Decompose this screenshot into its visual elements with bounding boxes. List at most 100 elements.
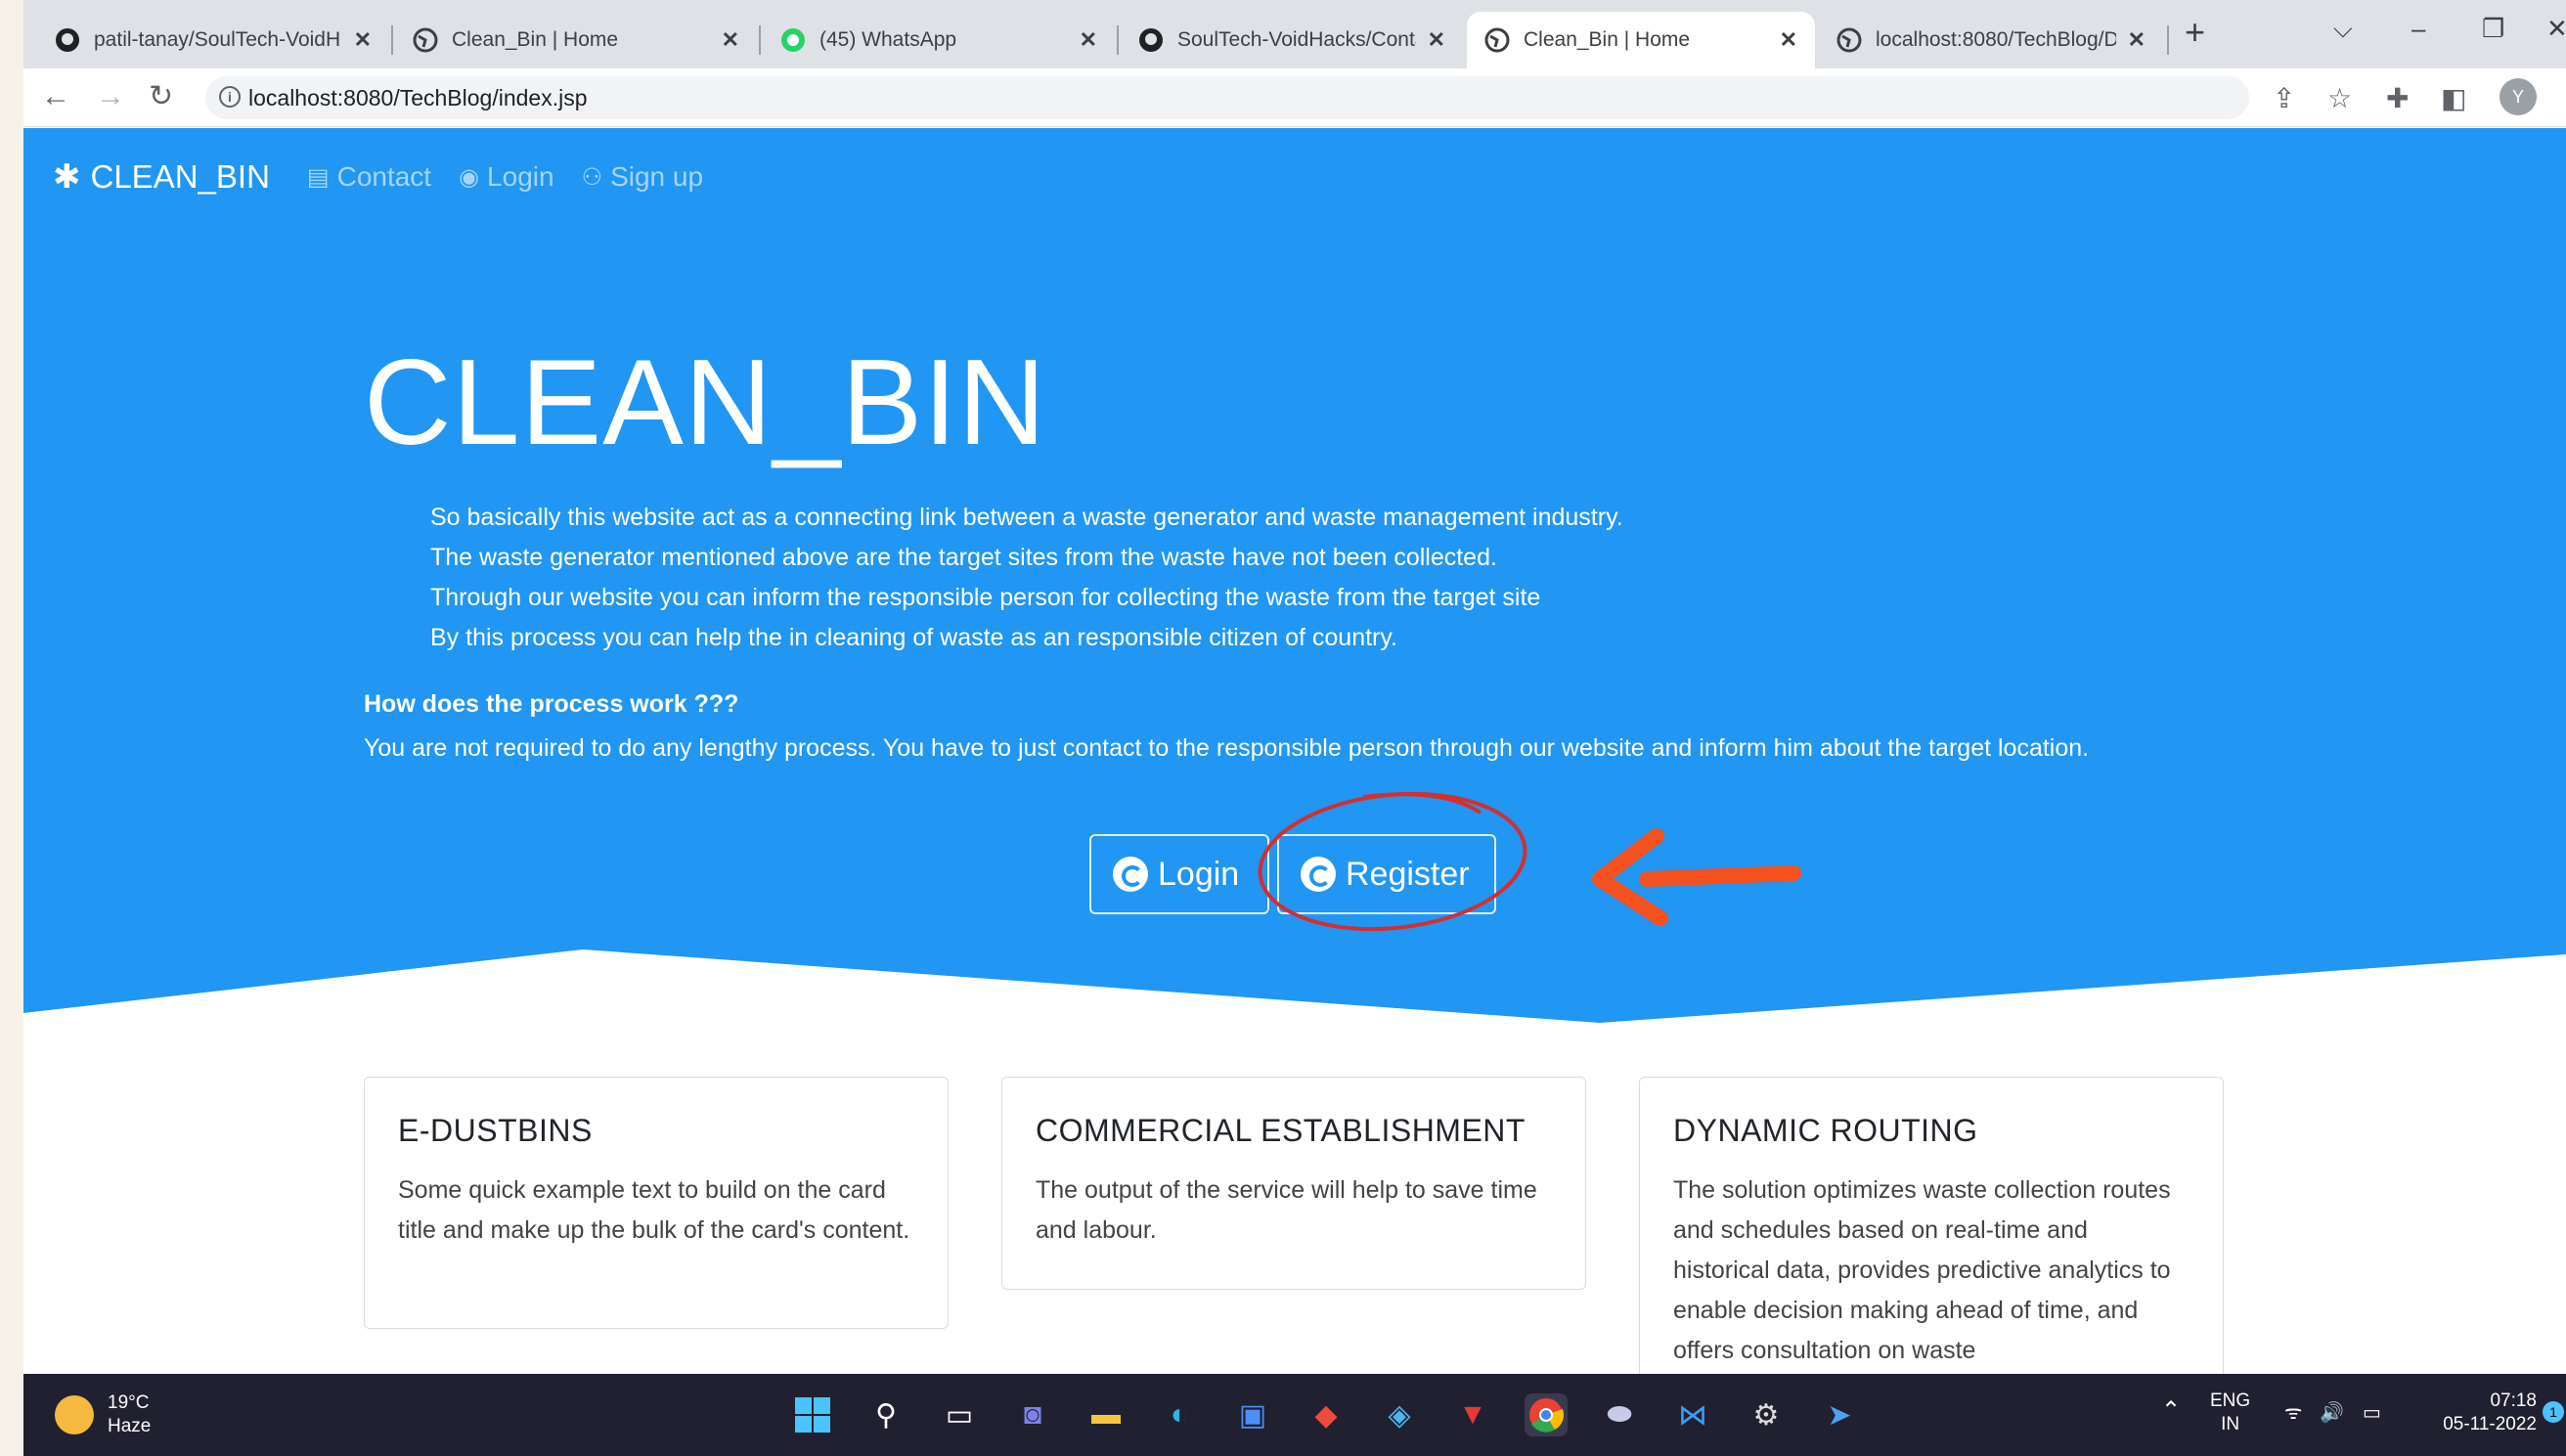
- side-panel-icon[interactable]: ◧: [2441, 82, 2466, 114]
- intro-line: Through our website you can inform the r…: [430, 584, 1541, 611]
- chevron-up-icon[interactable]: ⌃: [2161, 1399, 2181, 1423]
- login-button[interactable]: Login: [1089, 834, 1269, 914]
- nav-signup[interactable]: ⚇ Sign up: [582, 161, 703, 193]
- browser-tab[interactable]: SoulTech-VoidHacks/Conta ✕: [1121, 12, 1463, 68]
- lang-primary: ENG: [2210, 1390, 2251, 1411]
- settings-gear-icon[interactable]: ⚙: [1745, 1393, 1788, 1436]
- howto-text: You are not required to do any lengthy p…: [364, 734, 2090, 762]
- browser-tab[interactable]: patil-tanay/SoulTech-VoidH ✕: [37, 12, 389, 68]
- mcafee-icon[interactable]: ▼: [1451, 1393, 1494, 1436]
- teams-chat-icon[interactable]: ◙: [1011, 1393, 1054, 1436]
- close-window-button[interactable]: ✕: [2546, 14, 2566, 44]
- chrome-icon[interactable]: [1525, 1393, 1568, 1436]
- card-text: Some quick example text to build on the …: [398, 1176, 910, 1244]
- close-icon[interactable]: ✕: [354, 27, 372, 53]
- volume-icon[interactable]: 🔊: [2320, 1401, 2344, 1425]
- tab-search-chevron-icon[interactable]: ⌵: [2333, 14, 2353, 45]
- login-button-label: Login: [1158, 855, 1240, 893]
- python-icon[interactable]: ◈: [1378, 1393, 1421, 1436]
- language-indicator[interactable]: ENG IN: [2210, 1390, 2250, 1436]
- annotation-arrow: [1592, 828, 1801, 926]
- menu-dots-icon[interactable]: ⋮: [2554, 82, 2566, 114]
- back-arrow-icon[interactable]: ←: [41, 80, 70, 113]
- clock[interactable]: 07:18 05-11-2022: [2419, 1390, 2537, 1436]
- nav-login[interactable]: ◉ Login: [459, 161, 553, 193]
- tab-title: localhost:8080/TechBlog/D: [1876, 28, 2116, 51]
- url-text: localhost:8080/TechBlog/index.jsp: [248, 84, 588, 110]
- close-icon[interactable]: ✕: [1780, 27, 1797, 53]
- address-bar[interactable]: i localhost:8080/TechBlog/index.jsp: [205, 76, 2249, 119]
- profile-avatar[interactable]: Y: [2500, 78, 2537, 115]
- site-info-icon[interactable]: i: [219, 86, 241, 108]
- maximize-button[interactable]: ❐: [2482, 14, 2504, 44]
- browser-tab[interactable]: localhost:8080/TechBlog/D ✕: [1819, 12, 2163, 68]
- wifi-icon[interactable]: ᯤ: [2284, 1401, 2302, 1425]
- search-icon[interactable]: ⚲: [864, 1393, 907, 1436]
- bookmark-star-icon[interactable]: ☆: [2327, 82, 2352, 114]
- browser-toolbar: ← → ↻ i localhost:8080/TechBlog/index.js…: [23, 68, 2566, 127]
- close-icon[interactable]: ✕: [1080, 27, 1097, 53]
- card-title: COMMERCIAL ESTABLISHMENT: [1036, 1113, 1526, 1148]
- weather-widget[interactable]: 19°C Haze: [55, 1391, 151, 1438]
- weather-temp: 19°C: [108, 1392, 150, 1413]
- github-icon: [1139, 28, 1163, 52]
- card-text: The solution optimizes waste collection …: [1673, 1176, 2171, 1364]
- extensions-puzzle-icon[interactable]: ✚: [2386, 82, 2409, 114]
- nav-contact-label: Contact: [336, 161, 432, 192]
- card-commercial-establishment: COMMERCIAL ESTABLISHMENT The output of t…: [1001, 1077, 1586, 1290]
- card-dynamic-routing: DYNAMIC ROUTING The solution optimizes w…: [1639, 1077, 2224, 1374]
- nav-login-label: Login: [487, 161, 554, 192]
- card-e-dustbins: E-DUSTBINS Some quick example text to bu…: [364, 1077, 949, 1329]
- edge-browser-icon[interactable]: ◐: [1158, 1393, 1201, 1436]
- brand-link[interactable]: ✱ CLEAN_BIN: [53, 157, 270, 197]
- share-icon[interactable]: ⇪: [2273, 82, 2295, 114]
- site-navbar: ✱ CLEAN_BIN ▤ Contact ◉ Login ⚇ Sign up: [23, 128, 2566, 226]
- close-icon[interactable]: ✕: [2128, 27, 2146, 53]
- globe-icon: [413, 27, 438, 53]
- windows-start-icon[interactable]: [791, 1393, 834, 1436]
- nav-contact[interactable]: ▤ Contact: [307, 161, 431, 193]
- intro-line: So basically this website act as a conne…: [430, 504, 1623, 531]
- microsoft-store-icon[interactable]: ▣: [1231, 1393, 1274, 1436]
- app-icon[interactable]: ⬬: [1598, 1393, 1641, 1436]
- new-tab-button[interactable]: +: [2185, 12, 2205, 53]
- reload-icon[interactable]: ↻: [149, 80, 173, 113]
- file-explorer-icon[interactable]: ▬: [1084, 1393, 1128, 1436]
- user-circle-icon: ◉: [459, 163, 480, 191]
- anydesk-icon[interactable]: ◆: [1305, 1393, 1348, 1436]
- close-icon[interactable]: ✕: [722, 27, 739, 53]
- tab-separator: [391, 25, 393, 55]
- notification-badge[interactable]: 1: [2543, 1401, 2564, 1423]
- annotation-circle: [1258, 791, 1527, 932]
- weather-desc: Haze: [108, 1416, 152, 1436]
- windows-taskbar: 19°C Haze ⚲ ▭ ◙ ▬ ◐ ▣ ◆ ◈ ▼ ⬬ ⋈ ⚙ ➤ ⌃ EN…: [23, 1374, 2566, 1456]
- web-page: ✱ CLEAN_BIN ▤ Contact ◉ Login ⚇ Sign up …: [23, 128, 2566, 1374]
- browser-tab-strip: patil-tanay/SoulTech-VoidH ✕ Clean_Bin |…: [23, 0, 2566, 68]
- intro-paragraph: So basically this website act as a conne…: [430, 498, 1623, 658]
- tab-separator: [759, 25, 761, 55]
- howto-heading: How does the process work ???: [364, 690, 739, 718]
- minimize-button[interactable]: –: [2411, 14, 2425, 44]
- browser-tab[interactable]: (45) WhatsApp ✕: [763, 12, 1115, 68]
- card-text: The output of the service will help to s…: [1036, 1176, 1537, 1244]
- intro-line: The waste generator mentioned above are …: [430, 544, 1497, 571]
- globe-icon: [1836, 27, 1862, 53]
- asterisk-icon: ✱: [53, 158, 81, 196]
- battery-icon[interactable]: ▭: [2363, 1401, 2381, 1425]
- user-plus-icon: ⚇: [581, 163, 603, 191]
- clock-time: 07:18: [2490, 1390, 2537, 1411]
- card-title: DYNAMIC ROUTING: [1673, 1113, 1978, 1148]
- tab-separator: [2167, 25, 2169, 55]
- lang-secondary: IN: [2221, 1414, 2240, 1434]
- vscode-icon[interactable]: ⋈: [1671, 1393, 1714, 1436]
- browser-tab[interactable]: Clean_Bin | Home ✕: [395, 12, 757, 68]
- nav-signup-label: Sign up: [610, 161, 704, 192]
- address-card-icon: ▤: [306, 163, 330, 191]
- github-icon: [56, 28, 79, 52]
- app-arrow-icon[interactable]: ➤: [1818, 1393, 1861, 1436]
- task-view-icon[interactable]: ▭: [938, 1393, 981, 1436]
- close-icon[interactable]: ✕: [1428, 27, 1445, 53]
- screen: patil-tanay/SoulTech-VoidH ✕ Clean_Bin |…: [23, 0, 2566, 1456]
- forward-arrow-icon[interactable]: →: [96, 80, 125, 113]
- browser-tab-active[interactable]: Clean_Bin | Home ✕: [1467, 12, 1815, 68]
